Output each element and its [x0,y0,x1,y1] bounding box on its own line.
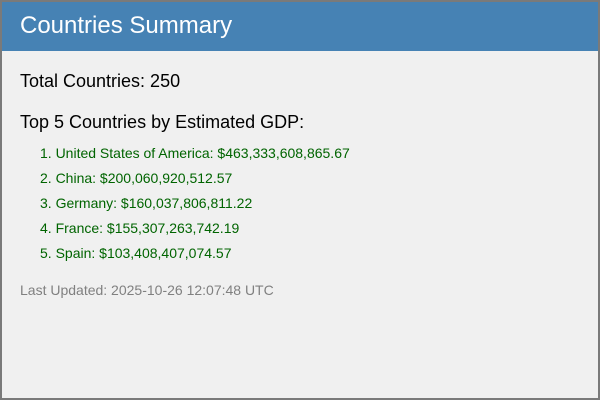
summary-content: Total Countries: 250 Top 5 Countries by … [2,71,598,298]
country-item: 4. France: $155,307,263,742.19 [40,220,240,236]
summary-window: Countries Summary Total Countries: 250 T… [0,0,600,400]
top-countries-list: 1. United States of America: $463,333,60… [20,145,580,270]
country-item: 1. United States of America: $463,333,60… [40,145,350,161]
country-item: 2. China: $200,060,920,512.57 [40,170,233,186]
country-item: 3. Germany: $160,037,806,811.22 [40,195,253,211]
header-bar: Countries Summary [2,2,598,51]
page-title: Countries Summary [20,11,233,39]
top-countries-heading: Top 5 Countries by Estimated GDP: [20,112,305,132]
total-countries: Total Countries: 250 [20,71,181,91]
country-item: 5. Spain: $103,408,407,074.57 [40,245,232,261]
last-updated-timestamp: Last Updated: 2025-10-26 12:07:48 UTC [20,282,274,298]
